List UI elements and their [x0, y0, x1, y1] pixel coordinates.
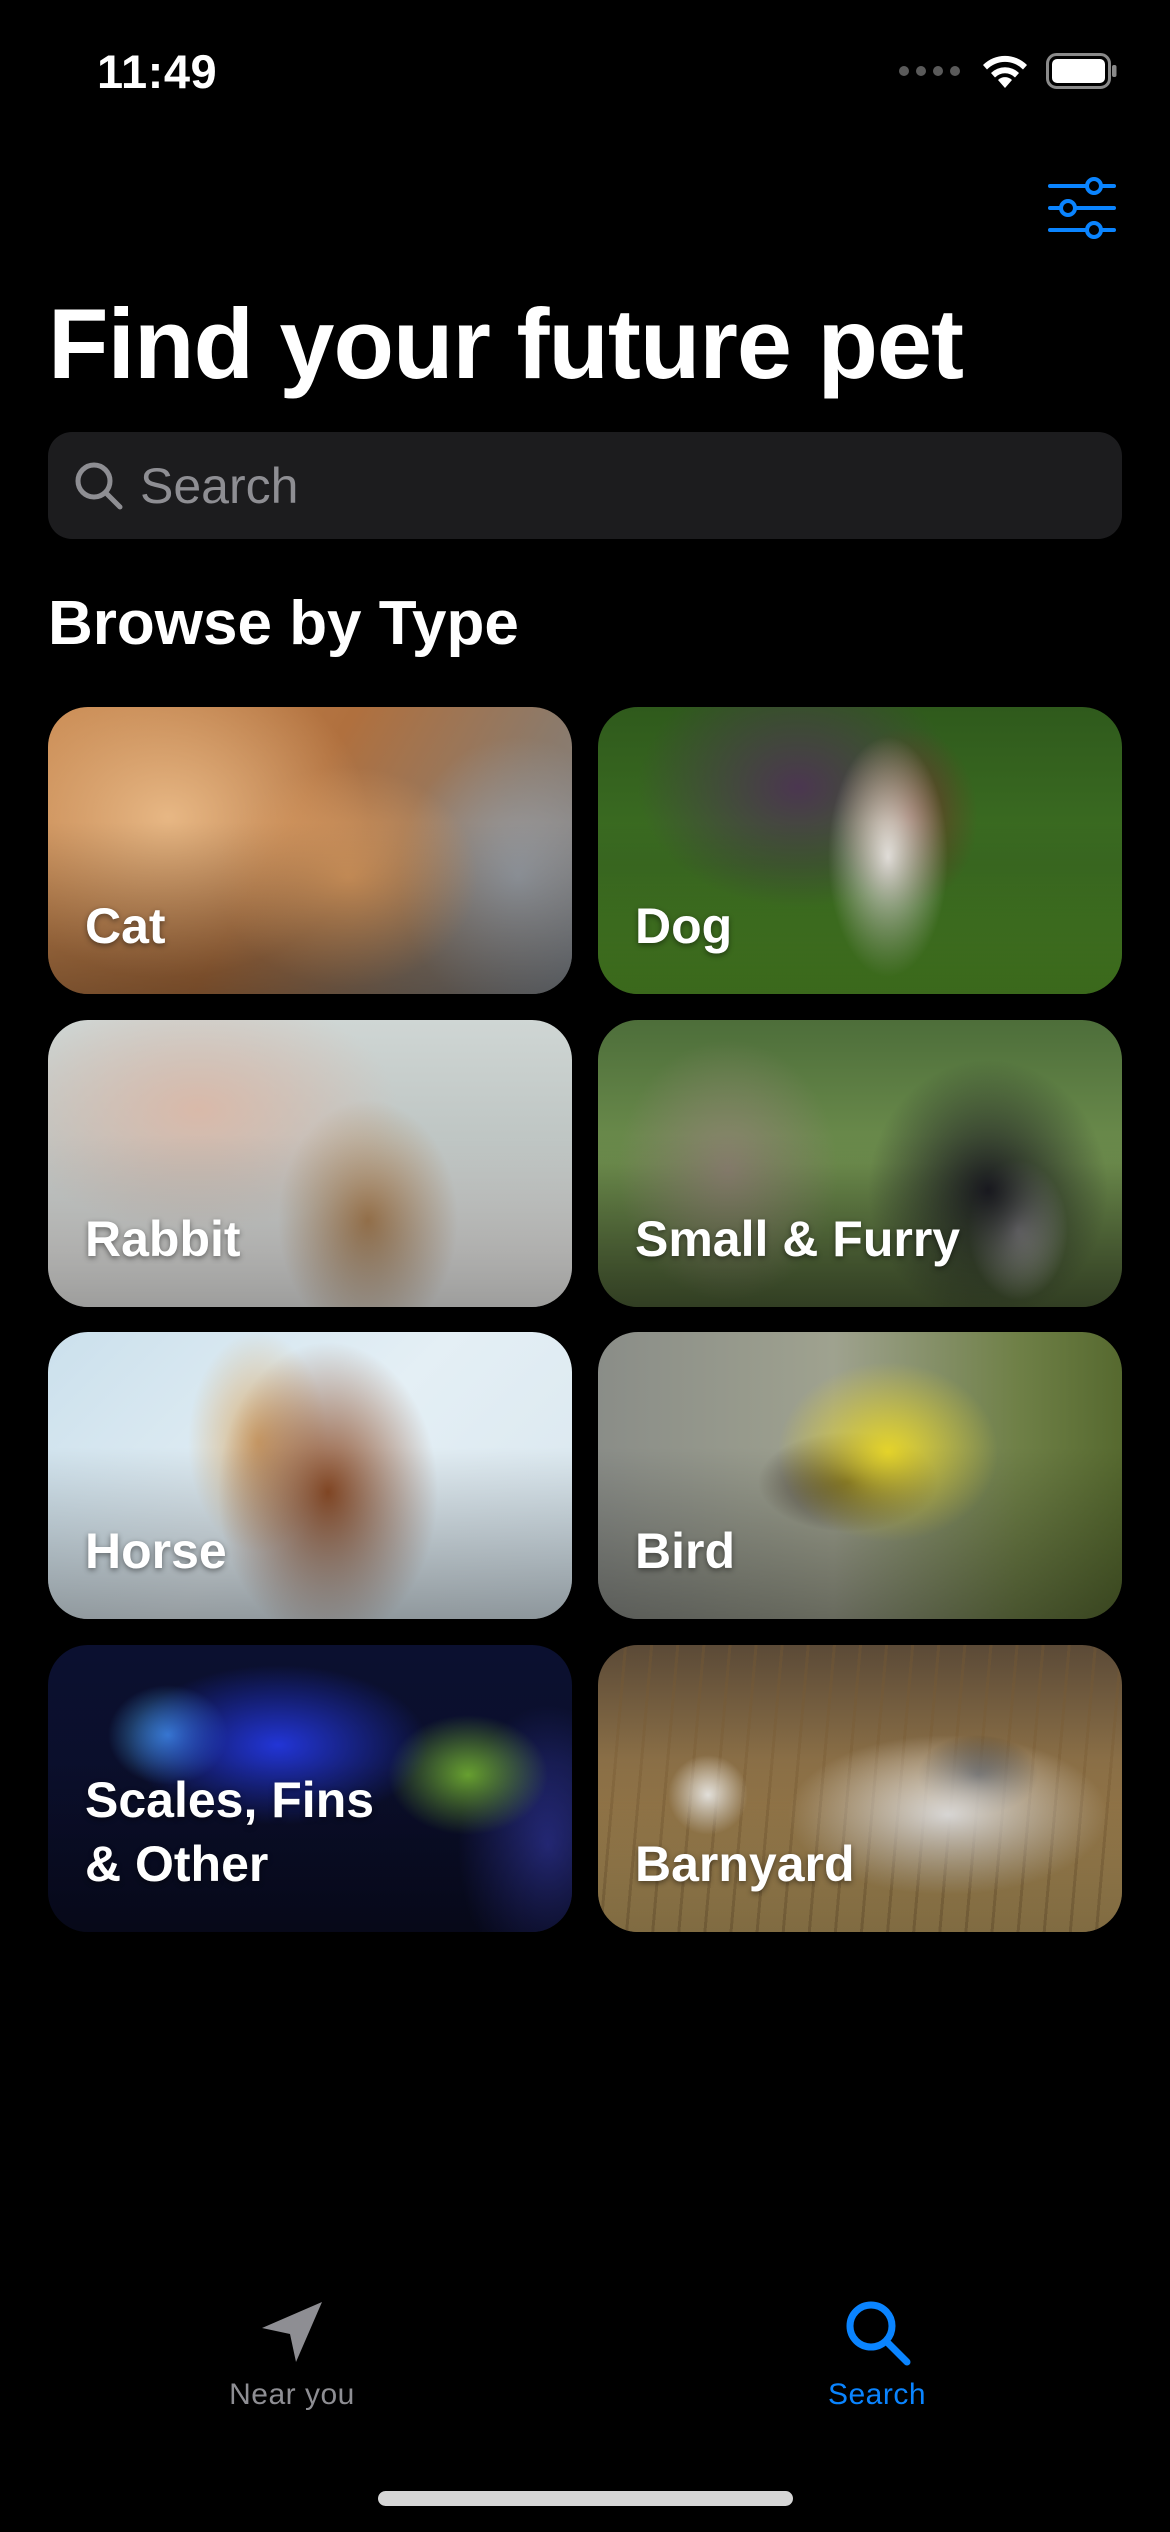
tab-search[interactable]: Search [727, 2296, 1027, 2436]
home-indicator[interactable] [378, 2491, 793, 2506]
cellular-signal-icon [899, 66, 960, 76]
tab-search-label: Search [827, 2378, 927, 2411]
type-tile-label: Bird [635, 1523, 735, 1579]
wifi-icon [983, 55, 1027, 88]
type-tile-horse[interactable]: Horse [48, 1332, 572, 1619]
type-tile-small-furry[interactable]: Small & Furry [598, 1020, 1122, 1307]
search-icon [75, 462, 123, 510]
battery-icon [1046, 53, 1117, 89]
status-time: 11:49 [97, 45, 218, 98]
type-tile-label: Cat [85, 898, 166, 954]
type-tile-label: Barnyard [635, 1836, 855, 1892]
type-tile-barnyard[interactable]: Barnyard [598, 1645, 1122, 1932]
search-input[interactable] [140, 432, 1100, 539]
type-tile-bird[interactable]: Bird [598, 1332, 1122, 1619]
type-tile-label: Scales, Fins & Other [85, 1772, 375, 1892]
type-tile-rabbit[interactable]: Rabbit [48, 1020, 572, 1307]
search-bar[interactable] [48, 432, 1122, 539]
status-indicators [899, 52, 1118, 90]
section-title-browse: Browse by Type [48, 589, 519, 658]
type-tile-label: Rabbit [85, 1211, 241, 1267]
tab-near-you-label: Near you [229, 2378, 355, 2411]
location-arrow-icon [262, 2302, 322, 2362]
tab-near-you[interactable]: Near you [142, 2296, 442, 2436]
type-tile-cat[interactable]: Cat [48, 707, 572, 994]
type-tile-dog[interactable]: Dog [598, 707, 1122, 994]
status-bar: 11:49 [0, 0, 1170, 150]
type-tile-label: Dog [635, 898, 733, 954]
magnifier-icon [846, 2301, 911, 2366]
page-title: Find your future pet [48, 288, 964, 399]
type-tile-label: Horse [85, 1523, 227, 1579]
type-tile-scales-fins-other[interactable]: Scales, Fins & Other [48, 1645, 572, 1932]
sliders-icon [1048, 177, 1116, 239]
filter-button[interactable] [1046, 176, 1118, 240]
type-tile-label: Small & Furry [635, 1211, 961, 1267]
